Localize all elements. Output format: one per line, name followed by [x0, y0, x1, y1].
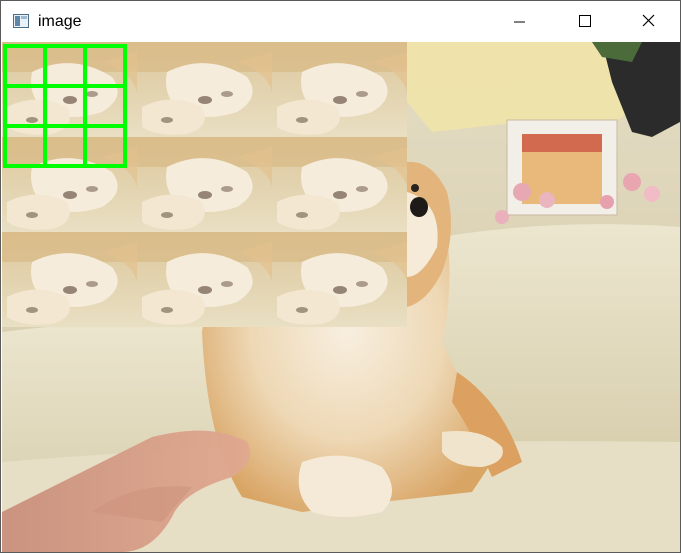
grid-cell [3, 124, 47, 168]
paw-tile [272, 137, 407, 232]
grid-cell [83, 44, 127, 88]
paw-tile [137, 232, 272, 327]
paw-tile [2, 232, 137, 327]
grid-cell [83, 84, 127, 128]
paw-tile [137, 137, 272, 232]
maximize-icon [579, 15, 591, 27]
grid-cell [43, 84, 87, 128]
grid-cell [43, 124, 87, 168]
title-bar[interactable]: image [1, 1, 680, 42]
image-canvas[interactable] [2, 42, 680, 552]
grid-cell [83, 124, 127, 168]
paw-tile [137, 42, 272, 137]
grid-cell [3, 44, 47, 88]
grid-cell [43, 44, 87, 88]
minimize-icon [514, 21, 525, 23]
minimize-button[interactable] [497, 1, 543, 42]
app-icon [13, 14, 29, 28]
window-title: image [38, 13, 82, 30]
close-icon [642, 14, 655, 27]
image-window: image [0, 0, 681, 553]
paw-tile [272, 42, 407, 137]
paw-tile [272, 232, 407, 327]
grid-cell [3, 84, 47, 128]
close-button[interactable] [625, 1, 671, 42]
maximize-button[interactable] [561, 1, 607, 42]
